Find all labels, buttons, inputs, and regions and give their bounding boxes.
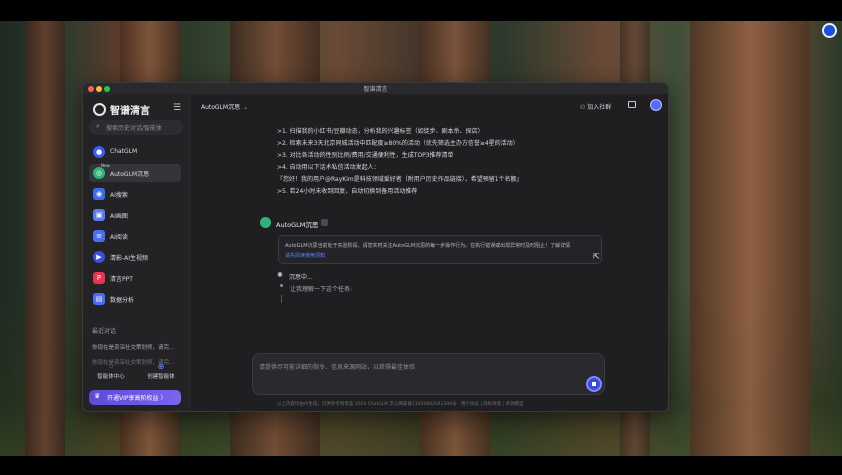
window-title: 智谱清言 <box>363 86 388 93</box>
notice-link[interactable]: 请先阅读使用须知 <box>285 252 325 259</box>
nav-item-ppt[interactable]: P 清言PPT <box>89 269 181 287</box>
ppt-icon: P <box>93 272 105 284</box>
nav-item-ai-draw[interactable]: ▣ AI画图 <box>89 206 181 224</box>
chevron-down-icon: ⌄ <box>243 104 249 111</box>
autoglm-icon: ◎ <box>93 167 105 179</box>
nav-item-autoglm[interactable]: New ◎ AutoGLM沉思 <box>89 163 181 182</box>
create-agent-button[interactable]: ⊕ 创建智能体 <box>137 362 185 380</box>
autoglm-avatar-icon <box>260 217 271 228</box>
thinking-icon: ✺ <box>277 271 283 279</box>
video-icon: ▶ <box>93 251 105 263</box>
data-analysis-icon: ▤ <box>93 293 105 305</box>
ai-search-icon: ◉ <box>93 188 105 200</box>
model-selector[interactable]: AutoGLM沉思 ⌄ <box>201 102 248 111</box>
screen-top-bar <box>0 0 842 21</box>
chatglm-icon: ● <box>93 146 105 158</box>
title-bar: 智谱清言 <box>83 83 668 94</box>
stop-button[interactable] <box>586 376 602 392</box>
share-icon[interactable] <box>628 101 636 108</box>
main-panel: AutoGLM沉思 ⌄ ⚇ 加入社群 >1. 扫描我的小红书/豆瓣动态，分析我的兴… <box>190 94 668 411</box>
task-line: >4. 自动用以下话术私信活动发起人： <box>277 164 380 171</box>
app-tray-icon[interactable] <box>822 23 837 38</box>
recent-item[interactable]: 你现在是资深社交策划师，请完... <box>92 343 182 351</box>
thinking-label[interactable]: 沉思中... <box>289 272 313 281</box>
create-agent-icon: ⊕ <box>157 362 165 371</box>
info-icon <box>321 219 328 226</box>
vip-upgrade-button[interactable]: ♛ 开通VIP享高阶权益 〉 <box>89 390 181 405</box>
step-dot <box>280 284 283 287</box>
app-window: 智谱清言 智谱清言 ☰ ⌕ 搜索历史对话/智能体 ● ChatGLM New ◎… <box>82 82 669 412</box>
history-search[interactable]: ⌕ 搜索历史对话/智能体 <box>89 120 183 135</box>
recent-title: 最近对话 <box>92 328 117 335</box>
nav-item-ai-search[interactable]: ◉ AI搜索 <box>89 185 181 203</box>
mouse-cursor-icon: ⇱ <box>593 252 600 261</box>
logo-icon <box>93 103 106 116</box>
logo-text: 智谱清言 <box>110 106 150 117</box>
vip-label: 开通VIP享高阶权益 〉 <box>107 395 167 402</box>
step-connector <box>281 295 282 303</box>
vip-icon: ♛ <box>94 392 101 400</box>
agent-center-icon: ⁘ <box>107 362 115 371</box>
task-line: >1. 扫描我的小红书/豆瓣动态，分析我的兴趣标签（如徒步、剧本杀、探店） <box>277 128 484 135</box>
task-line: >3. 对比各活动的性别比例/费用/交通便利性，生成TOP3推荐清单 <box>277 152 454 159</box>
collapse-sidebar-icon[interactable]: ☰ <box>173 103 181 113</box>
sidebar: 智谱清言 ☰ ⌕ 搜索历史对话/智能体 ● ChatGLM New ◎ Auto… <box>83 94 190 411</box>
experiment-notice: AutoGLM沉思当前处于实验阶段。请您实时关注AutoGLM沉思的每一步操作行… <box>278 235 602 264</box>
avatar[interactable] <box>650 99 662 111</box>
nav-item-ai-read[interactable]: ≡ AI阅读 <box>89 227 181 245</box>
bot-name: AutoGLM沉思 <box>276 221 319 229</box>
nav-item-video[interactable]: ▶ 清影-AI生视频 <box>89 248 181 266</box>
notice-text: AutoGLM沉思当前处于实验阶段。请您实时关注AutoGLM沉思的每一步操作行… <box>285 243 571 249</box>
ai-draw-icon: ▣ <box>93 209 105 221</box>
search-placeholder: 搜索历史对话/智能体 <box>106 125 163 132</box>
agent-center-button[interactable]: ⁘ 智能体中心 <box>87 362 135 380</box>
ai-read-icon: ≡ <box>93 230 105 242</box>
message-input[interactable]: 请提供尽可能详细的指令、信息来源网站，以获得最佳体验 <box>252 353 605 395</box>
task-line: 『您好！我的用户@RayKim是科技领域爱好者（附用户历史作品链接），希望预留1… <box>277 176 523 183</box>
nav-item-chatglm[interactable]: ● ChatGLM <box>89 143 181 161</box>
nav-item-data-analysis[interactable]: ▤ 数据分析 <box>89 290 181 308</box>
input-placeholder: 请提供尽可能详细的指令、信息来源网站，以获得最佳体验 <box>259 364 416 371</box>
thinking-step: 让我理解一下这个任务: <box>290 286 353 293</box>
task-line: >5. 若24小时未收到回复，自动切换到备用活动推荐 <box>277 188 418 195</box>
footer-disclaimer: 以上内容均由AI生成，仅供参考和借鉴 2024 ChatGLM 京公网安备110… <box>277 402 524 407</box>
task-line: >2. 检索未来3天北京同城活动中匹配度≥80%的活动（优先筛选主办方信誉≥4星… <box>277 140 519 147</box>
add-community-button[interactable]: ⚇ 加入社群 <box>580 102 611 111</box>
search-icon: ⌕ <box>96 122 100 130</box>
screen-bottom-bar <box>0 456 842 475</box>
